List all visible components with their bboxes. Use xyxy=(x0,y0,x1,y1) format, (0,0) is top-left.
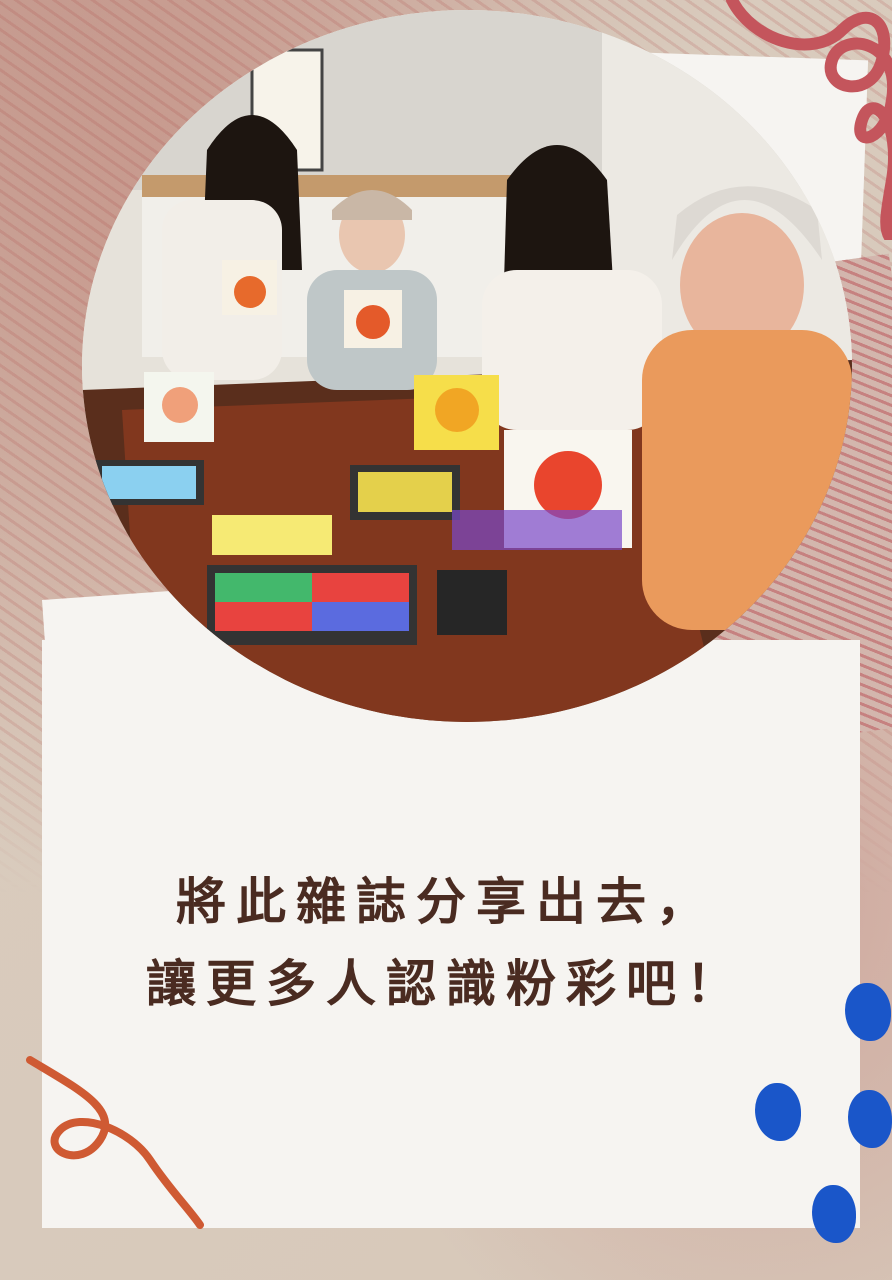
blue-dot-icon xyxy=(812,1185,856,1243)
blue-dot-icon xyxy=(755,1083,801,1141)
orange-squiggle-icon xyxy=(26,1056,204,1229)
blue-dot-icon xyxy=(845,983,891,1041)
blue-dot-icon xyxy=(848,1090,892,1148)
headline-line-2: 讓更多人認識粉彩吧！ xyxy=(146,955,746,1013)
headline-line-1: 將此雜誌分享出去， xyxy=(176,873,716,931)
pastel-workshop-photo xyxy=(82,10,852,722)
magazine-page: 將此雜誌分享出去， 讓更多人認識粉彩吧！ xyxy=(0,0,892,1280)
